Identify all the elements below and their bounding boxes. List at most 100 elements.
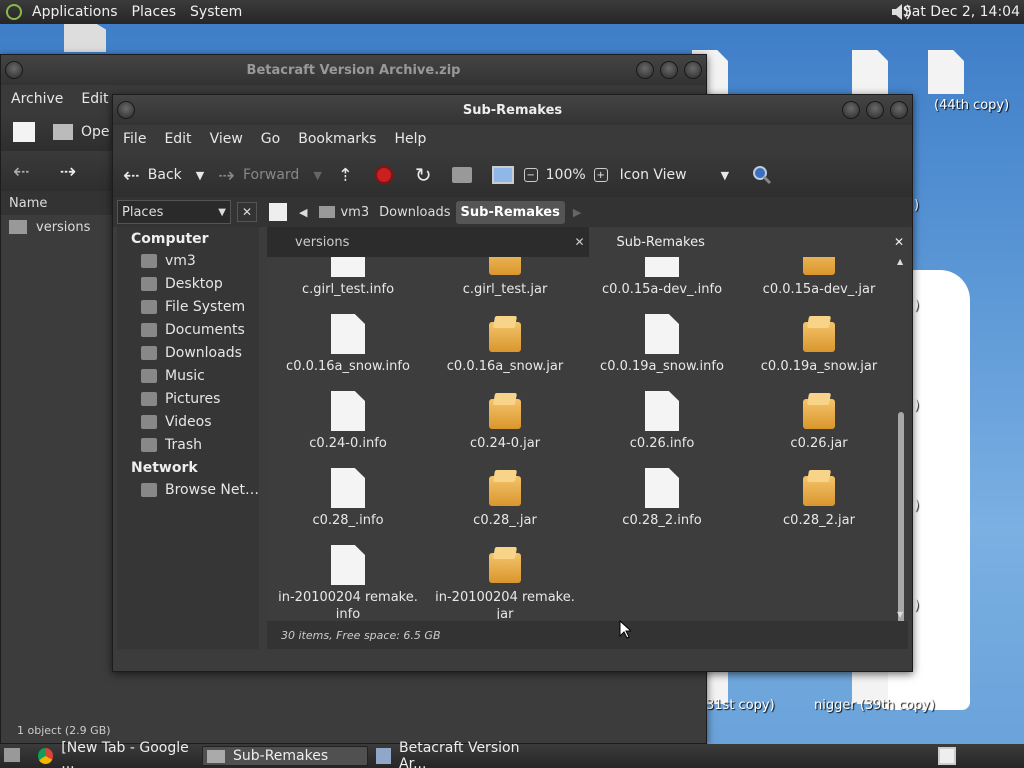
open-button[interactable]: Ope	[81, 124, 110, 140]
places-menu[interactable]: Places	[132, 4, 177, 20]
places-selector[interactable]: Places ▼	[117, 200, 231, 224]
back-arrow-icon[interactable]: ⇠	[13, 159, 30, 183]
file-item[interactable]: c.girl_test.info	[273, 257, 423, 298]
window-menu-button[interactable]	[5, 61, 23, 79]
minimize-button[interactable]	[842, 101, 860, 119]
file-item[interactable]: c0.28_2.info	[587, 468, 737, 529]
forward-arrow-icon[interactable]: ⇢	[60, 159, 77, 183]
file-item[interactable]: c0.0.19a_snow.jar	[744, 314, 894, 375]
minimize-button[interactable]	[636, 61, 654, 79]
file-item[interactable]: in-20100204 remake. info	[273, 545, 423, 619]
tab-versions[interactable]: versions ✕	[267, 227, 589, 257]
reload-icon[interactable]: ↻	[415, 163, 432, 187]
desktop-file-icon[interactable]	[928, 50, 964, 94]
crumb-downloads[interactable]: Downloads	[374, 201, 455, 224]
file-item[interactable]: c.girl_test.jar	[430, 257, 580, 298]
computer-desktop-icon[interactable]	[64, 22, 106, 52]
clock[interactable]: Sat Dec 2, 14:04	[903, 4, 1020, 20]
back-history-dropdown[interactable]: ▼	[196, 169, 204, 182]
file-item[interactable]: c0.24-0.info	[273, 391, 423, 452]
menu-help[interactable]: Help	[394, 131, 426, 147]
desktop-file-label[interactable]: )	[914, 298, 919, 313]
menu-edit[interactable]: Edit	[81, 91, 108, 107]
file-item[interactable]: c0.26.info	[587, 391, 737, 452]
up-arrow-icon[interactable]: ⇡	[338, 165, 353, 186]
forward-button[interactable]: Forward	[243, 167, 299, 183]
forward-arrow-icon[interactable]: ⇢	[218, 163, 235, 187]
menu-view[interactable]: View	[210, 131, 243, 147]
search-icon[interactable]	[751, 164, 773, 186]
menu-edit[interactable]: Edit	[164, 131, 191, 147]
stop-icon[interactable]	[374, 166, 393, 184]
fm-titlebar[interactable]: Sub-Remakes	[113, 95, 912, 125]
back-arrow-icon[interactable]: ⇠	[123, 163, 140, 187]
close-sidebar-icon[interactable]: ✕	[237, 202, 257, 222]
applications-menu[interactable]: Applications	[32, 4, 118, 20]
window-menu-button[interactable]	[117, 101, 135, 119]
sidebar-item-desktop[interactable]: Desktop	[117, 272, 259, 295]
desktop-file-label[interactable]: )	[914, 498, 919, 513]
maximize-button[interactable]	[660, 61, 678, 79]
sidebar-item-file-system[interactable]: File System	[117, 295, 259, 318]
view-mode-select[interactable]: Icon View	[620, 167, 687, 183]
path-right-arrow-icon[interactable]: ▶	[573, 206, 581, 219]
file-item[interactable]: c0.26.jar	[744, 391, 894, 452]
sidebar-item-pictures[interactable]: Pictures	[117, 387, 259, 410]
zoom-out-icon[interactable]: −	[523, 168, 538, 182]
computer-icon[interactable]	[491, 166, 514, 184]
crumb-vm3[interactable]: vm3	[335, 201, 374, 224]
new-archive-icon[interactable]	[13, 122, 35, 142]
tab-sub-remakes[interactable]: Sub-Remakes ✕	[588, 227, 908, 257]
system-menu[interactable]: System	[190, 4, 242, 20]
sidebar-item-downloads[interactable]: Downloads	[117, 341, 259, 364]
file-item[interactable]: c0.0.16a_snow.jar	[430, 314, 580, 375]
show-desktop-icon[interactable]	[4, 748, 20, 762]
sidebar-item-browse-net[interactable]: Browse Net…	[117, 478, 259, 501]
taskbar-item-browser[interactable]: [New Tab - Google ...	[34, 740, 200, 768]
file-item[interactable]: c0.28_2.jar	[744, 468, 894, 529]
desktop-file-label[interactable]: )	[914, 398, 919, 413]
forward-history-dropdown[interactable]: ▼	[313, 169, 321, 182]
open-icon[interactable]	[53, 124, 73, 140]
sidebar-item-music[interactable]: Music	[117, 364, 259, 387]
file-item[interactable]: c0.28_.jar	[430, 468, 580, 529]
file-item[interactable]: c0.0.15a-dev_.jar	[744, 257, 894, 298]
file-item[interactable]: c0.0.16a_snow.info	[273, 314, 423, 375]
desktop-file-label[interactable]: nigger (39th copy)	[814, 698, 935, 713]
workspace-switcher[interactable]	[938, 747, 956, 765]
file-item[interactable]: c0.0.15a-dev_.info	[587, 257, 737, 298]
archive-titlebar[interactable]: Betacraft Version Archive.zip	[1, 55, 706, 85]
path-left-arrow-icon[interactable]: ◀	[299, 206, 307, 219]
file-item[interactable]: in-20100204 remake. jar	[430, 545, 580, 619]
close-button[interactable]	[890, 101, 908, 119]
desktop-file-label[interactable]: 31st copy)	[706, 698, 775, 713]
scroll-up-arrow[interactable]: ▲	[897, 257, 903, 266]
menu-file[interactable]: File	[123, 131, 146, 147]
menu-archive[interactable]: Archive	[11, 91, 63, 107]
taskbar-item-sub-remakes[interactable]: Sub-Remakes	[202, 746, 368, 766]
menu-bookmarks[interactable]: Bookmarks	[298, 131, 376, 147]
file-item[interactable]: c0.24-0.jar	[430, 391, 580, 452]
scroll-down-arrow[interactable]: ▼	[897, 610, 903, 619]
sidebar-item-videos[interactable]: Videos	[117, 410, 259, 433]
scrollbar-thumb[interactable]	[898, 412, 904, 627]
desktop-file-icon[interactable]	[852, 50, 888, 94]
sidebar-item-trash[interactable]: Trash	[117, 433, 259, 456]
file-item[interactable]: c0.28_.info	[273, 468, 423, 529]
zoom-in-icon[interactable]: +	[593, 168, 608, 182]
edit-location-icon[interactable]	[269, 203, 287, 221]
close-tab-icon[interactable]: ✕	[574, 235, 584, 249]
scrollbar[interactable]: ▲ ▼	[896, 257, 906, 627]
home-icon[interactable]	[451, 167, 472, 183]
file-item[interactable]: c0.0.19a_snow.info	[587, 314, 737, 375]
close-button[interactable]	[684, 61, 702, 79]
view-mode-dropdown-icon[interactable]: ▼	[721, 169, 729, 182]
close-tab-icon[interactable]: ✕	[894, 235, 904, 249]
back-button[interactable]: Back	[148, 167, 182, 183]
desktop-file-label[interactable]: )	[914, 198, 919, 213]
menu-go[interactable]: Go	[261, 131, 280, 147]
maximize-button[interactable]	[866, 101, 884, 119]
distro-logo-icon[interactable]	[6, 4, 22, 20]
sidebar-item-vm3[interactable]: vm3	[117, 249, 259, 272]
desktop-file-label[interactable]: )	[914, 598, 919, 613]
